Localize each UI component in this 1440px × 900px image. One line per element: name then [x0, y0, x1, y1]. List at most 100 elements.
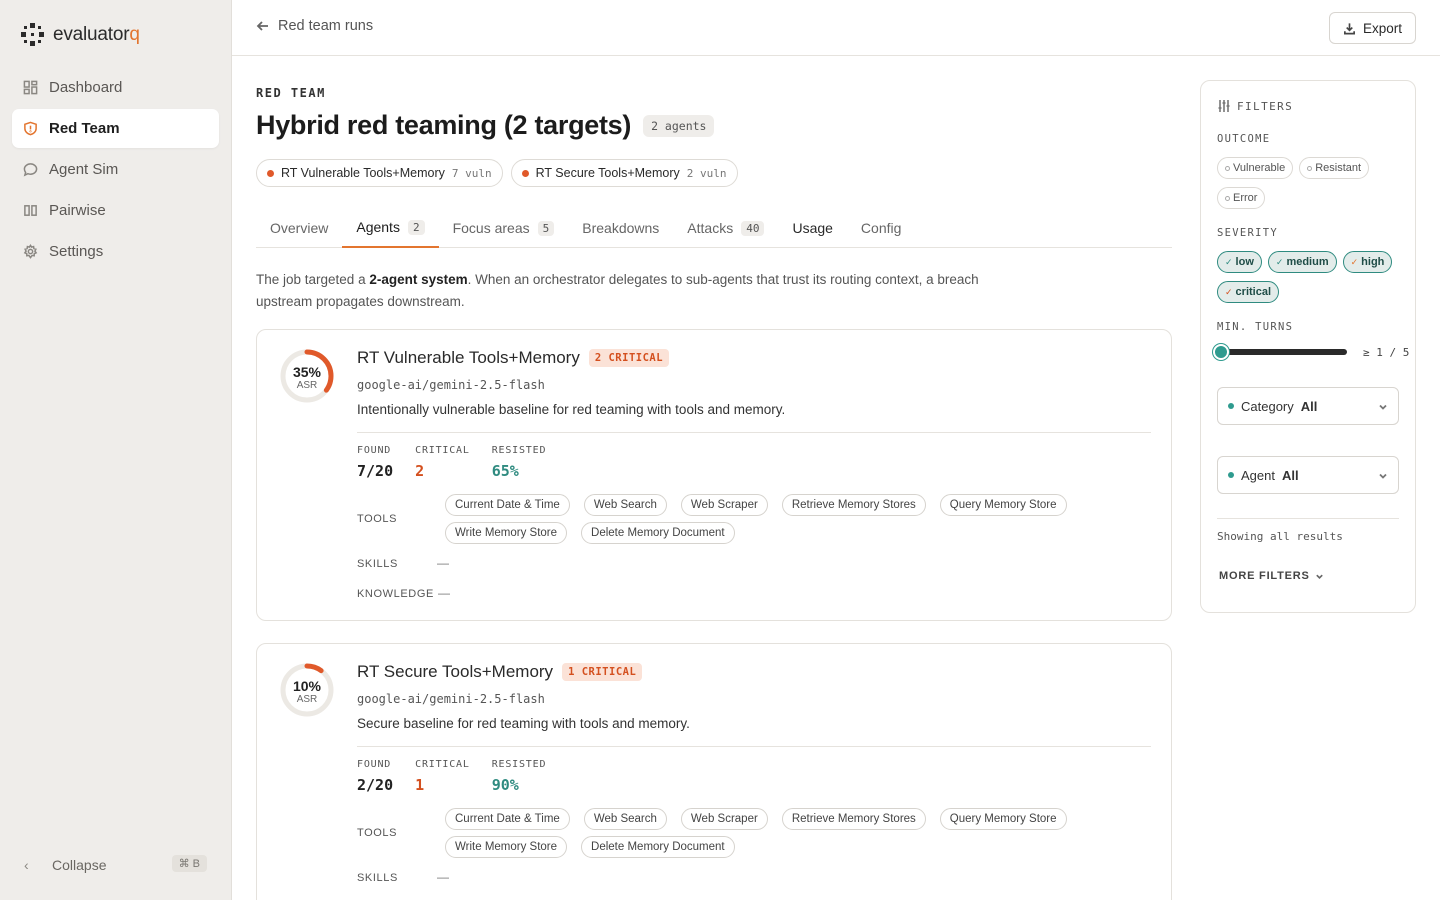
tab-label: Attacks — [687, 220, 734, 236]
collapse-button[interactable]: ‹ Collapse ⌘ B — [12, 850, 219, 880]
tool-chip[interactable]: Query Memory Store — [939, 808, 1067, 830]
export-button[interactable]: Export — [1329, 12, 1416, 44]
tab-count: 5 — [537, 220, 555, 236]
select-value: All — [1281, 467, 1299, 483]
tab-focus-areas[interactable]: Focus areas 5 — [439, 208, 569, 248]
stat-critical: CRITICAL 2 — [415, 445, 470, 480]
shortcut-badge: ⌘ B — [171, 855, 207, 872]
tab-breakdowns[interactable]: Breakdowns — [568, 208, 673, 248]
tab-usage[interactable]: Usage — [778, 208, 846, 248]
page-eyebrow: RED TEAM — [256, 86, 326, 100]
tool-chip[interactable]: Web Search — [583, 494, 667, 516]
min-turns-slider[interactable] — [1213, 344, 1347, 360]
tool-chip[interactable]: Web Scraper — [680, 808, 768, 830]
tool-chip[interactable]: Retrieve Memory Stores — [781, 494, 926, 516]
tab-label: Overview — [270, 220, 329, 236]
target-chip[interactable]: RT Vulnerable Tools+Memory 7 vuln — [256, 159, 503, 187]
slider-handle[interactable] — [1213, 344, 1229, 360]
sidebar-item-settings[interactable]: Settings — [12, 232, 219, 271]
asr-ring: 35% ASR — [279, 348, 335, 404]
outcome-pill-resistant[interactable]: Resistant — [1299, 157, 1370, 179]
target-name: RT Secure Tools+Memory — [535, 166, 680, 180]
agents-count-badge: 2 agents — [643, 114, 715, 137]
tab-label: Usage — [792, 220, 833, 236]
severity-pill-medium[interactable]: ✓ medium — [1267, 251, 1337, 273]
more-filters-button[interactable]: MORE FILTERS — [1219, 570, 1324, 582]
sliders-icon — [1218, 100, 1230, 112]
tab-overview[interactable]: Overview — [256, 208, 342, 248]
agent-description: Intentionally vulnerable baseline for re… — [357, 402, 786, 417]
back-link[interactable]: Red team runs — [256, 18, 373, 34]
tool-chip[interactable]: Delete Memory Document — [581, 836, 735, 858]
stat-found: FOUND 7/20 — [357, 445, 394, 480]
showing-note: Showing all results — [1217, 530, 1343, 543]
stat-resisted: RESISTED 65% — [491, 445, 547, 480]
min-turns-label: MIN. TURNS — [1217, 321, 1294, 333]
sidebar-item-label: Agent Sim — [49, 161, 119, 178]
knowledge-value: — — [438, 586, 450, 600]
agent-select[interactable]: Agent All — [1217, 456, 1399, 494]
chevron-left-icon: ‹ — [24, 857, 29, 873]
columns-icon — [24, 205, 37, 216]
arrow-left-icon — [256, 21, 268, 31]
stat-resisted: RESISTED 90% — [491, 759, 547, 794]
agent-name: RT Secure Tools+Memory — [357, 662, 554, 681]
sidebar-item-pairwise[interactable]: Pairwise — [12, 191, 219, 230]
asr-value: 10% — [292, 678, 322, 694]
tab-label: Agents — [356, 219, 400, 235]
back-label: Red team runs — [278, 18, 374, 34]
agent-card: 10% ASR RT Secure Tools+Memory 1 CRITICA… — [256, 643, 1172, 900]
severity-pill-high[interactable]: ✓ high — [1342, 251, 1393, 273]
collapse-label: Collapse — [52, 857, 107, 873]
tab-attacks[interactable]: Attacks 40 — [673, 208, 778, 248]
agent-header: RT Vulnerable Tools+Memory 2 CRITICAL — [357, 348, 670, 368]
severity-pills: ✓ low ✓ medium ✓ high ✓ critical — [1217, 251, 1407, 303]
brand-logo[interactable]: evaluatorq — [20, 22, 140, 47]
critical-badge: 1 CRITICAL — [562, 663, 643, 681]
tool-chip[interactable]: Web Search — [583, 808, 667, 830]
asr-label: ASR — [296, 694, 318, 705]
tab-count: 2 — [407, 219, 425, 235]
severity-pill-low[interactable]: ✓ low — [1217, 251, 1262, 273]
outcome-pill-vulnerable[interactable]: Vulnerable — [1217, 157, 1294, 179]
chat-icon — [23, 163, 38, 177]
sidebar-item-dashboard[interactable]: Dashboard — [12, 68, 219, 107]
tools-list: Current Date & Time Web Search Web Scrap… — [445, 494, 1105, 544]
sidebar-nav: Dashboard Red Team Agent Sim Pairwise Se… — [12, 68, 219, 273]
tool-chip[interactable]: Delete Memory Document — [581, 522, 735, 544]
divider — [357, 432, 1151, 433]
tool-chip[interactable]: Current Date & Time — [445, 494, 570, 516]
agent-header: RT Secure Tools+Memory 1 CRITICAL — [357, 662, 643, 682]
download-icon — [1344, 22, 1355, 34]
chevron-down-icon — [1315, 574, 1323, 579]
status-dot — [1228, 403, 1234, 409]
chevron-down-icon — [1379, 473, 1387, 479]
category-select[interactable]: Category All — [1217, 387, 1399, 425]
tab-agents[interactable]: Agents 2 — [342, 208, 439, 248]
check-icon: ✓ — [1275, 256, 1284, 267]
stat-found: FOUND 2/20 — [357, 759, 394, 794]
tool-chip[interactable]: Write Memory Store — [445, 836, 568, 858]
outcome-pill-error[interactable]: Error — [1217, 187, 1266, 209]
dashboard-icon — [23, 80, 38, 95]
divider — [357, 746, 1151, 747]
tool-chip[interactable]: Query Memory Store — [939, 494, 1067, 516]
sidebar-item-label: Red Team — [49, 120, 120, 137]
tool-chip[interactable]: Write Memory Store — [445, 522, 568, 544]
status-dot — [521, 169, 529, 177]
title-row: Hybrid red teaming (2 targets) 2 agents — [256, 110, 715, 141]
check-icon: ✓ — [1225, 256, 1233, 267]
sidebar-item-red-team[interactable]: Red Team — [12, 109, 219, 148]
shield-icon — [24, 121, 37, 136]
target-name: RT Vulnerable Tools+Memory — [281, 166, 445, 180]
tool-chip[interactable]: Web Scraper — [680, 494, 768, 516]
target-chip[interactable]: RT Secure Tools+Memory 2 vuln — [510, 159, 738, 187]
tab-config[interactable]: Config — [847, 208, 915, 248]
tool-chip[interactable]: Current Date & Time — [445, 808, 570, 830]
asr-ring: 10% ASR — [279, 662, 335, 718]
severity-pill-critical[interactable]: ✓ critical — [1217, 281, 1280, 303]
skills-label: SKILLS — [357, 872, 398, 884]
tool-chip[interactable]: Retrieve Memory Stores — [781, 808, 926, 830]
outcome-label: OUTCOME — [1217, 133, 1271, 145]
sidebar-item-agent-sim[interactable]: Agent Sim — [12, 150, 219, 189]
